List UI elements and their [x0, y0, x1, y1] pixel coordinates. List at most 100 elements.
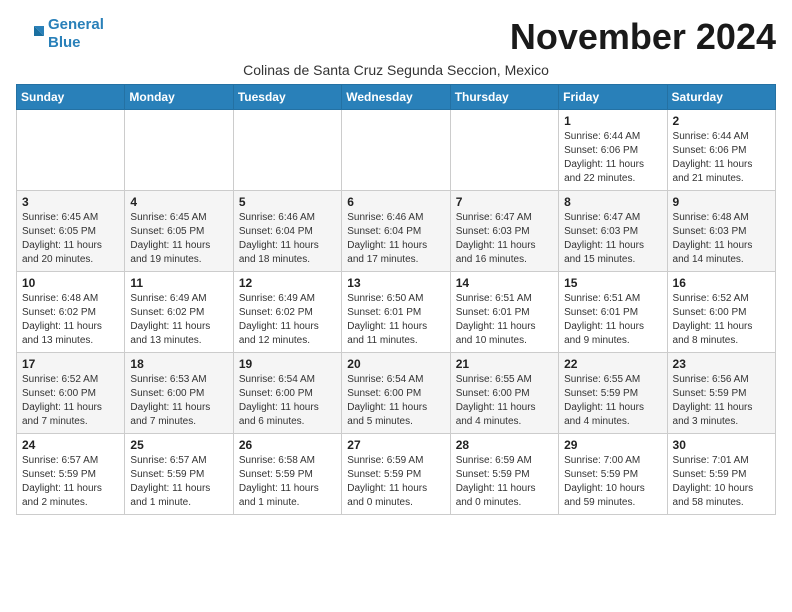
day-info: Sunrise: 6:55 AM Sunset: 5:59 PM Dayligh…	[564, 373, 661, 429]
day-number: 5	[239, 195, 336, 209]
logo-icon	[16, 22, 44, 46]
calendar-cell: 2 Sunrise: 6:44 AM Sunset: 6:06 PM Daylig…	[667, 110, 775, 191]
calendar-cell: 20 Sunrise: 6:54 AM Sunset: 6:00 PM Dayli…	[342, 353, 450, 434]
week-row-4: 24 Sunrise: 6:57 AM Sunset: 5:59 PM Dayli…	[17, 434, 776, 515]
day-number: 8	[564, 195, 661, 209]
calendar-cell: 11Sunrise: 6:49 AM Sunset: 6:02 PM Dayli…	[125, 272, 233, 353]
day-info: Sunrise: 6:55 AM Sunset: 6:00 PM Dayligh…	[456, 373, 553, 429]
day-info: Sunrise: 6:59 AM Sunset: 5:59 PM Dayligh…	[456, 454, 553, 510]
calendar-cell: 1Sunrise: 6:44 AM Sunset: 6:06 PM Daylig…	[559, 110, 667, 191]
weekday-header-saturday: Saturday	[667, 85, 775, 110]
calendar-cell: 10 Sunrise: 6:48 AM Sunset: 6:02 PM Dayli…	[17, 272, 125, 353]
logo-line2: Blue	[48, 34, 81, 51]
calendar-cell: 17Sunrise: 6:52 AM Sunset: 6:00 PM Dayli…	[17, 353, 125, 434]
calendar-cell: 16 Sunrise: 6:52 AM Sunset: 6:00 PM Dayli…	[667, 272, 775, 353]
day-number: 4	[130, 195, 227, 209]
calendar-cell: 13 Sunrise: 6:50 AM Sunset: 6:01 PM Dayli…	[342, 272, 450, 353]
title-area: November 2024	[510, 16, 776, 58]
calendar-cell	[17, 110, 125, 191]
day-info: Sunrise: 6:47 AM Sunset: 6:03 PM Dayligh…	[456, 211, 553, 267]
week-row-2: 10 Sunrise: 6:48 AM Sunset: 6:02 PM Dayli…	[17, 272, 776, 353]
day-info: Sunrise: 6:48 AM Sunset: 6:02 PM Dayligh…	[22, 292, 119, 348]
week-row-1: 3 Sunrise: 6:45 AM Sunset: 6:05 PM Daylig…	[17, 191, 776, 272]
day-number: 9	[673, 195, 770, 209]
day-info: Sunrise: 6:57 AM Sunset: 5:59 PM Dayligh…	[22, 454, 119, 510]
day-info: Sunrise: 7:01 AM Sunset: 5:59 PM Dayligh…	[673, 454, 770, 510]
calendar-cell: 22Sunrise: 6:55 AM Sunset: 5:59 PM Dayli…	[559, 353, 667, 434]
day-number: 2	[673, 114, 770, 128]
weekday-header-thursday: Thursday	[450, 85, 558, 110]
calendar-cell: 23 Sunrise: 6:56 AM Sunset: 5:59 PM Dayli…	[667, 353, 775, 434]
logo: General Blue	[16, 16, 104, 52]
calendar-cell: 19 Sunrise: 6:54 AM Sunset: 6:00 PM Dayli…	[233, 353, 341, 434]
calendar-cell: 27 Sunrise: 6:59 AM Sunset: 5:59 PM Dayli…	[342, 434, 450, 515]
day-info: Sunrise: 6:50 AM Sunset: 6:01 PM Dayligh…	[347, 292, 444, 348]
calendar-cell: 5Sunrise: 6:46 AM Sunset: 6:04 PM Daylig…	[233, 191, 341, 272]
calendar-cell: 7Sunrise: 6:47 AM Sunset: 6:03 PM Daylig…	[450, 191, 558, 272]
day-number: 20	[347, 357, 444, 371]
calendar-cell	[450, 110, 558, 191]
calendar-cell: 29Sunrise: 7:00 AM Sunset: 5:59 PM Dayli…	[559, 434, 667, 515]
day-info: Sunrise: 6:54 AM Sunset: 6:00 PM Dayligh…	[347, 373, 444, 429]
calendar-cell: 3 Sunrise: 6:45 AM Sunset: 6:05 PM Daylig…	[17, 191, 125, 272]
calendar-cell	[125, 110, 233, 191]
day-info: Sunrise: 6:45 AM Sunset: 6:05 PM Dayligh…	[22, 211, 119, 267]
subtitle: Colinas de Santa Cruz Segunda Seccion, M…	[16, 62, 776, 78]
calendar-cell: 8 Sunrise: 6:47 AM Sunset: 6:03 PM Daylig…	[559, 191, 667, 272]
day-number: 16	[673, 276, 770, 290]
day-info: Sunrise: 6:59 AM Sunset: 5:59 PM Dayligh…	[347, 454, 444, 510]
day-number: 28	[456, 438, 553, 452]
day-info: Sunrise: 6:57 AM Sunset: 5:59 PM Dayligh…	[130, 454, 227, 510]
day-number: 23	[673, 357, 770, 371]
day-number: 21	[456, 357, 553, 371]
day-number: 25	[130, 438, 227, 452]
day-info: Sunrise: 6:46 AM Sunset: 6:04 PM Dayligh…	[347, 211, 444, 267]
day-info: Sunrise: 6:47 AM Sunset: 6:03 PM Dayligh…	[564, 211, 661, 267]
day-number: 12	[239, 276, 336, 290]
day-info: Sunrise: 6:58 AM Sunset: 5:59 PM Dayligh…	[239, 454, 336, 510]
day-number: 17	[22, 357, 119, 371]
day-number: 18	[130, 357, 227, 371]
calendar-cell: 6 Sunrise: 6:46 AM Sunset: 6:04 PM Daylig…	[342, 191, 450, 272]
day-info: Sunrise: 6:44 AM Sunset: 6:06 PM Dayligh…	[673, 130, 770, 186]
day-number: 15	[564, 276, 661, 290]
weekday-header-sunday: Sunday	[17, 85, 125, 110]
day-number: 24	[22, 438, 119, 452]
day-number: 13	[347, 276, 444, 290]
calendar-table: SundayMondayTuesdayWednesdayThursdayFrid…	[16, 84, 776, 515]
weekday-header-row: SundayMondayTuesdayWednesdayThursdayFrid…	[17, 85, 776, 110]
day-number: 30	[673, 438, 770, 452]
week-row-3: 17Sunrise: 6:52 AM Sunset: 6:00 PM Dayli…	[17, 353, 776, 434]
day-info: Sunrise: 6:45 AM Sunset: 6:05 PM Dayligh…	[130, 211, 227, 267]
calendar-cell: 4 Sunrise: 6:45 AM Sunset: 6:05 PM Daylig…	[125, 191, 233, 272]
day-info: Sunrise: 6:51 AM Sunset: 6:01 PM Dayligh…	[456, 292, 553, 348]
month-title: November 2024	[510, 16, 776, 58]
weekday-header-tuesday: Tuesday	[233, 85, 341, 110]
day-info: Sunrise: 6:56 AM Sunset: 5:59 PM Dayligh…	[673, 373, 770, 429]
day-number: 6	[347, 195, 444, 209]
calendar-cell: 21 Sunrise: 6:55 AM Sunset: 6:00 PM Dayli…	[450, 353, 558, 434]
day-info: Sunrise: 6:48 AM Sunset: 6:03 PM Dayligh…	[673, 211, 770, 267]
calendar-cell: 18Sunrise: 6:53 AM Sunset: 6:00 PM Dayli…	[125, 353, 233, 434]
day-number: 10	[22, 276, 119, 290]
calendar-cell: 26Sunrise: 6:58 AM Sunset: 5:59 PM Dayli…	[233, 434, 341, 515]
weekday-header-monday: Monday	[125, 85, 233, 110]
day-number: 3	[22, 195, 119, 209]
logo-line1: General	[48, 16, 104, 33]
calendar-cell: 12Sunrise: 6:49 AM Sunset: 6:02 PM Dayli…	[233, 272, 341, 353]
day-number: 11	[130, 276, 227, 290]
day-info: Sunrise: 6:54 AM Sunset: 6:00 PM Dayligh…	[239, 373, 336, 429]
day-number: 29	[564, 438, 661, 452]
day-info: Sunrise: 6:52 AM Sunset: 6:00 PM Dayligh…	[673, 292, 770, 348]
day-number: 14	[456, 276, 553, 290]
header: General Blue November 2024	[16, 16, 776, 58]
week-row-0: 1Sunrise: 6:44 AM Sunset: 6:06 PM Daylig…	[17, 110, 776, 191]
day-number: 19	[239, 357, 336, 371]
calendar-cell: 25 Sunrise: 6:57 AM Sunset: 5:59 PM Dayli…	[125, 434, 233, 515]
calendar-cell	[342, 110, 450, 191]
weekday-header-friday: Friday	[559, 85, 667, 110]
logo-text: General Blue	[48, 16, 104, 52]
day-info: Sunrise: 6:51 AM Sunset: 6:01 PM Dayligh…	[564, 292, 661, 348]
day-number: 27	[347, 438, 444, 452]
calendar-cell: 15 Sunrise: 6:51 AM Sunset: 6:01 PM Dayli…	[559, 272, 667, 353]
